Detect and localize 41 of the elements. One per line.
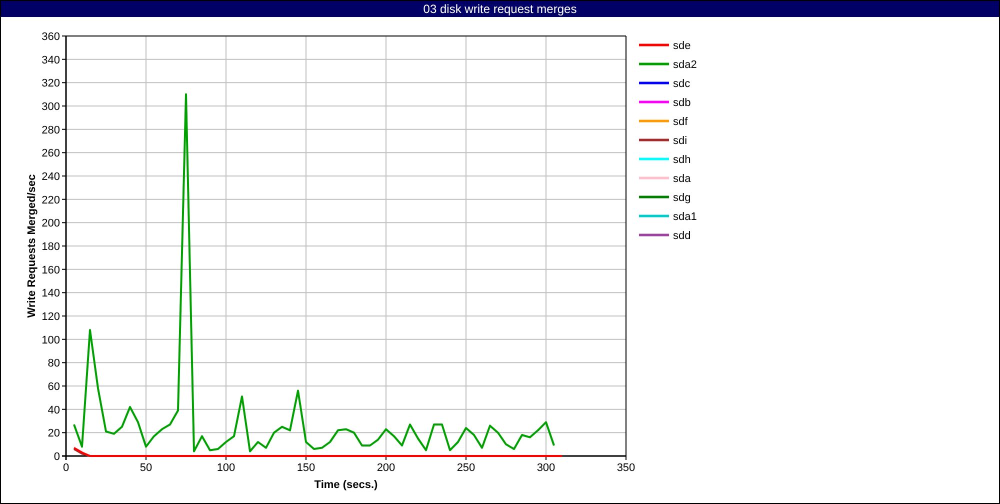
- legend-label: sdf: [673, 116, 688, 128]
- x-tick-label: 50: [140, 462, 152, 474]
- y-tick-label: 40: [48, 404, 60, 416]
- y-tick-label: 60: [48, 381, 60, 393]
- legend-label: sdi: [673, 135, 688, 147]
- y-tick-label: 160: [42, 264, 60, 276]
- y-tick-label: 300: [42, 101, 60, 113]
- y-tick-label: 20: [48, 428, 60, 440]
- legend-label: sdb: [673, 97, 691, 109]
- x-tick-label: 150: [296, 462, 316, 474]
- x-tick-label: 350: [616, 462, 636, 474]
- x-tick-label: 250: [456, 462, 476, 474]
- y-tick-label: 80: [48, 358, 60, 370]
- y-tick-label: 220: [42, 194, 60, 206]
- y-tick-label: 180: [42, 241, 60, 253]
- y-tick-label: 260: [42, 148, 60, 160]
- legend-label: sdg: [673, 192, 691, 204]
- y-tick-label: 140: [42, 288, 60, 300]
- y-tick-label: 240: [42, 171, 60, 183]
- legend-label: sda: [673, 173, 691, 185]
- y-tick-label: 100: [42, 334, 60, 346]
- x-tick-label: 200: [376, 462, 396, 474]
- y-tick-label: 360: [42, 31, 60, 43]
- legend-label: sde: [673, 40, 691, 52]
- y-axis-title: Write Requests Merged/sec: [26, 174, 38, 318]
- x-tick-label: 0: [62, 462, 70, 474]
- y-tick-label: 340: [42, 54, 60, 66]
- legend-label: sdh: [673, 154, 691, 166]
- x-tick-label: 100: [216, 462, 236, 474]
- y-tick-label: 120: [42, 311, 60, 323]
- legend-label: sda1: [673, 211, 697, 223]
- chart-title: 03 disk write request merges: [1, 1, 999, 17]
- y-tick-label: 320: [42, 78, 60, 90]
- y-tick-label: 0: [54, 451, 60, 463]
- legend-label: sdd: [673, 230, 691, 242]
- legend-label: sda2: [673, 59, 697, 71]
- y-tick-label: 200: [42, 218, 60, 230]
- legend-label: sdc: [673, 78, 690, 90]
- y-tick-label: 280: [42, 124, 60, 136]
- x-tick-label: 300: [536, 462, 556, 474]
- x-axis-title: Time (secs.): [314, 479, 378, 491]
